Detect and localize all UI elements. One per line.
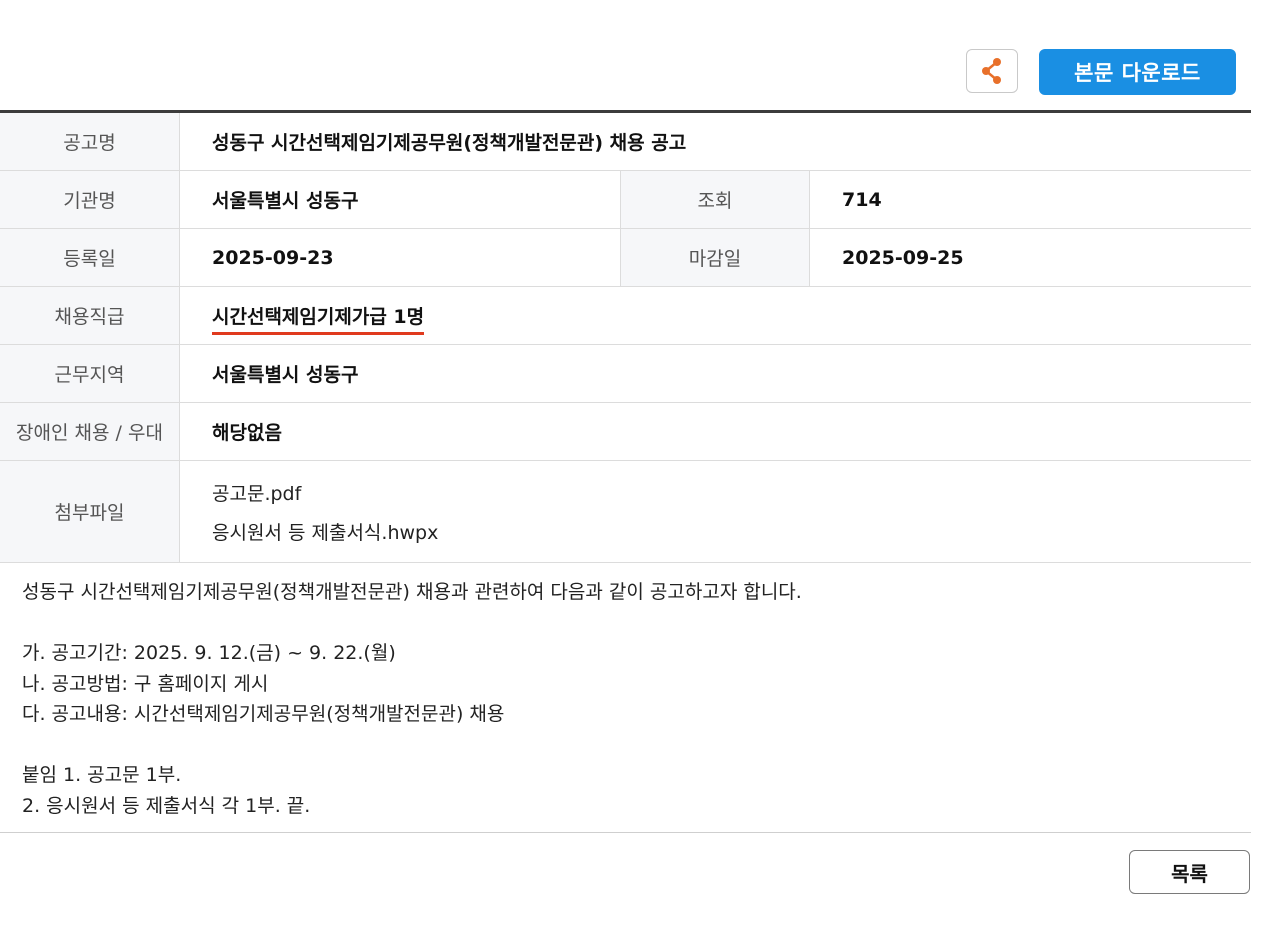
body-line: 2. 응시원서 등 제출서식 각 1부. 끝.	[22, 794, 311, 817]
grade-cell: 시간선택제임기제가급 1명	[180, 287, 1251, 344]
agency-label: 기관명	[0, 171, 180, 228]
row-title: 공고명 성동구 시간선택제임기제공무원(정책개발전문관) 채용 공고	[0, 113, 1251, 171]
registered-label: 등록일	[0, 229, 180, 286]
row-attachments: 첨부파일 공고문.pdf 응시원서 등 제출서식.hwpx	[0, 461, 1251, 563]
body-line: 붙임 1. 공고문 1부.	[22, 764, 182, 786]
disability-label: 장애인 채용 / 우대	[0, 403, 180, 460]
deadline-label: 마감일	[621, 229, 810, 286]
title-value: 성동구 시간선택제임기제공무원(정책개발전문관) 채용 공고	[212, 132, 687, 154]
deadline-value: 2025-09-25	[842, 246, 964, 269]
action-bar: 본문 다운로드	[0, 0, 1280, 110]
body-line	[22, 730, 1242, 761]
attachment-link-pdf[interactable]: 공고문.pdf	[212, 479, 301, 506]
views-label: 조회	[621, 171, 810, 228]
body-line: 가. 공고기간: 2025. 9. 12.(금) ~ 9. 22.(월)	[22, 642, 396, 664]
share-button[interactable]	[966, 49, 1018, 93]
download-body-button[interactable]: 본문 다운로드	[1039, 49, 1236, 95]
views-value: 714	[842, 188, 882, 211]
row-grade: 채용직급 시간선택제임기제가급 1명	[0, 287, 1251, 345]
row-disability: 장애인 채용 / 우대 해당없음	[0, 403, 1251, 461]
attachments-list: 공고문.pdf 응시원서 등 제출서식.hwpx	[180, 461, 1251, 562]
title-label: 공고명	[0, 113, 180, 170]
row-dates: 등록일 2025-09-23 마감일 2025-09-25	[0, 229, 1251, 287]
list-button[interactable]: 목록	[1129, 850, 1250, 894]
notice-info-table: 공고명 성동구 시간선택제임기제공무원(정책개발전문관) 채용 공고 기관명 서…	[0, 110, 1251, 563]
body-line	[22, 608, 1242, 639]
body-line: 다. 공고내용: 시간선택제임기제공무원(정책개발전문관) 채용	[22, 703, 505, 725]
body-line: 나. 공고방법: 구 홈페이지 게시	[22, 672, 269, 695]
attachments-label: 첨부파일	[0, 461, 180, 562]
share-icon	[982, 58, 1001, 84]
disability-value: 해당없음	[212, 422, 282, 444]
divider	[0, 832, 1251, 833]
registered-value: 2025-09-23	[180, 229, 621, 286]
notice-body: 성동구 시간선택제임기제공무원(정책개발전문관) 채용과 관련하여 다음과 같이…	[22, 577, 1242, 821]
location-label: 근무지역	[0, 345, 180, 402]
location-value: 서울특별시 성동구	[212, 364, 359, 386]
attachment-link-hwpx[interactable]: 응시원서 등 제출서식.hwpx	[212, 518, 438, 545]
grade-label: 채용직급	[0, 287, 180, 344]
grade-value: 시간선택제임기제가급 1명	[212, 302, 425, 335]
row-agency: 기관명 서울특별시 성동구 조회 714	[0, 171, 1251, 229]
body-line: 성동구 시간선택제임기제공무원(정책개발전문관) 채용과 관련하여 다음과 같이…	[22, 581, 802, 603]
agency-value: 서울특별시 성동구	[180, 171, 621, 228]
row-location: 근무지역 서울특별시 성동구	[0, 345, 1251, 403]
